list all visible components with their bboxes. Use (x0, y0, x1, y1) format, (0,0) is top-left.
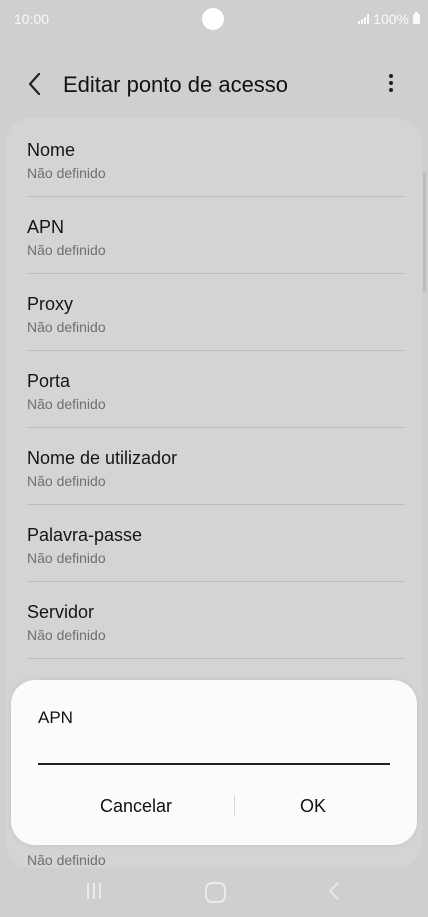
setting-row-proxy[interactable]: Proxy Não definido (27, 274, 405, 351)
home-icon[interactable] (205, 882, 226, 903)
setting-value: Não definido (27, 396, 106, 412)
setting-row-porta[interactable]: Porta Não definido (27, 351, 405, 428)
setting-value: Não definido (27, 627, 106, 643)
navigation-bar (0, 866, 428, 917)
setting-value: Não definido (27, 550, 106, 566)
recent-apps-icon[interactable] (87, 883, 105, 899)
apn-dialog: APN Cancelar OK (11, 680, 417, 845)
scrollbar[interactable] (423, 172, 426, 292)
page-title: Editar ponto de acesso (63, 72, 289, 97)
setting-label: Palavra-passe (27, 525, 143, 545)
setting-value: Não definido (27, 242, 106, 258)
setting-label: APN (27, 217, 65, 237)
setting-label: Nome (27, 140, 76, 160)
setting-label: Nome de utilizador (27, 448, 178, 468)
setting-row-nome[interactable]: Nome Não definido (27, 120, 405, 197)
camera-cutout (202, 8, 224, 30)
apn-input[interactable] (38, 735, 390, 765)
dialog-title: APN (38, 708, 73, 727)
setting-value: Não definido (27, 473, 106, 489)
setting-label: Porta (27, 371, 71, 391)
setting-label: Proxy (27, 294, 74, 314)
back-arrow-icon[interactable] (24, 71, 48, 97)
setting-row-password[interactable]: Palavra-passe Não definido (27, 505, 405, 582)
setting-label: Servidor (27, 602, 95, 622)
app-bar: Editar ponto de acesso (0, 60, 428, 110)
setting-row-username[interactable]: Nome de utilizador Não definido (27, 428, 405, 505)
setting-value: Não definido (27, 165, 106, 181)
battery-percent: 100% (373, 11, 409, 27)
more-options-icon[interactable] (383, 72, 399, 98)
cancel-button[interactable]: Cancelar (41, 788, 231, 822)
signal-icon (358, 14, 370, 24)
setting-row-apn[interactable]: APN Não definido (27, 197, 405, 274)
setting-value: Não definido (27, 319, 106, 335)
back-icon[interactable] (327, 880, 341, 902)
ok-button[interactable]: OK (218, 788, 408, 822)
status-time: 10:00 (14, 11, 50, 27)
status-icons: 100% (358, 11, 420, 27)
status-bar: 10:00 100% (0, 0, 428, 38)
setting-row-servidor[interactable]: Servidor Não definido (27, 582, 405, 659)
battery-icon (413, 12, 420, 24)
